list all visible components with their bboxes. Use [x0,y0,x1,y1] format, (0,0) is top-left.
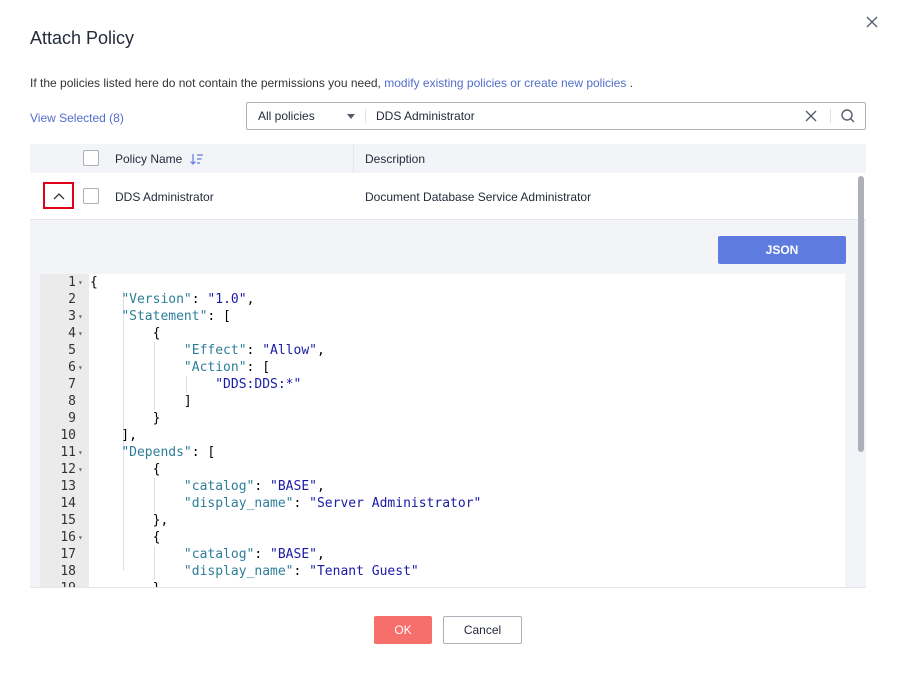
row-checkbox[interactable] [83,188,99,204]
line-number: 16 [60,530,76,545]
fold-icon[interactable]: ▾ [78,274,83,291]
chevron-up-icon [53,192,64,199]
code-line: "Effect": "Allow", [183,343,325,358]
code-line: ] [90,394,192,409]
code-line: "DDS:DDS:*" [215,377,302,392]
fold-icon[interactable]: ▾ [78,529,83,546]
policy-scope-value: All policies [258,109,315,123]
code-line: { [90,326,161,341]
caret-down-icon [347,114,355,119]
line-number: 2 [68,292,76,307]
search-icon [841,109,855,123]
line-number: 8 [68,394,76,409]
column-header-description: Description [365,152,426,166]
clear-icon[interactable] [804,109,818,123]
fold-icon[interactable]: ▾ [78,444,83,461]
table-header: Policy Name Description [30,144,866,173]
code-line: "display_name": "Tenant Guest" [183,564,419,579]
search-bar: All policies [246,102,866,130]
policy-name: DDS Administrator [115,190,214,204]
line-number: 11 [60,445,76,460]
policy-description: Document Database Service Administrator [365,190,592,204]
line-number: 18 [60,564,76,579]
code-line: ], [90,428,137,443]
json-code-editor[interactable]: 1 ▾{ 2 "Version": "1.0", 3 ▾ "Statement": … [40,274,845,588]
code-line: "catalog": "BASE", [183,479,325,494]
code-line: "catalog": "BASE", [183,547,325,562]
line-number: 6 [68,360,76,375]
sort-icon[interactable] [190,153,204,165]
modify-policies-link[interactable]: modify existing policies or create new p… [384,76,626,90]
ok-button[interactable]: OK [374,616,432,644]
code-line: "Depends": [ [121,445,216,460]
json-button[interactable]: JSON [718,236,846,264]
line-number: 14 [60,496,76,511]
line-number: 1 [68,275,76,290]
policy-table: Policy Name Description DDS Administrato… [30,144,866,588]
view-selected-link[interactable]: View Selected (8) [30,111,124,125]
close-icon[interactable] [864,14,880,30]
dialog-title: Attach Policy [30,28,135,48]
policy-scope-select[interactable]: All policies [247,103,365,129]
code-line: }, [90,513,169,528]
fold-icon[interactable]: ▾ [78,359,83,376]
column-header-policy-name: Policy Name [115,152,204,166]
column-divider [353,144,354,173]
code-line: "Version": "1.0", [121,292,255,307]
line-number: 9 [68,411,76,426]
code-line: { [90,530,161,545]
policy-detail-panel: JSON 1 ▾{ 2 "Version": "1.0", 3 ▾ "Stateme… [30,220,866,588]
footer-divider [30,587,866,588]
line-number: 17 [60,547,76,562]
fold-icon[interactable]: ▾ [78,325,83,342]
code-line: { [90,462,161,477]
line-number: 13 [60,479,76,494]
code-line: } [90,411,161,426]
table-scrollbar[interactable] [858,176,864,452]
table-row: DDS Administrator Document Database Serv… [30,173,866,220]
line-number: 15 [60,513,76,528]
search-input[interactable] [366,103,804,129]
code-line: "Action": [ [183,360,271,375]
code-line: { [90,275,98,290]
fold-icon[interactable]: ▾ [78,461,83,478]
column-label: Policy Name [115,152,183,166]
line-number: 4 [68,326,76,341]
code-line: "display_name": "Server Administrator" [183,496,482,511]
search-button[interactable] [831,103,865,129]
hint-text: If the policies listed here do not conta… [30,76,381,90]
line-number: 3 [68,309,76,324]
attach-policy-dialog: Attach Policy If the policies listed her… [0,0,898,675]
line-number: 12 [60,462,76,477]
hint-suffix: . [626,76,634,90]
line-number: 10 [60,428,76,443]
line-number: 5 [68,343,76,358]
cancel-button[interactable]: Cancel [443,616,522,644]
fold-icon[interactable]: ▾ [78,308,83,325]
select-all-checkbox[interactable] [83,150,99,166]
permissions-hint: If the policies listed here do not conta… [30,76,633,90]
line-number: 7 [68,377,76,392]
expand-row-button[interactable] [43,182,74,209]
code-line: "Statement": [ [121,309,231,324]
